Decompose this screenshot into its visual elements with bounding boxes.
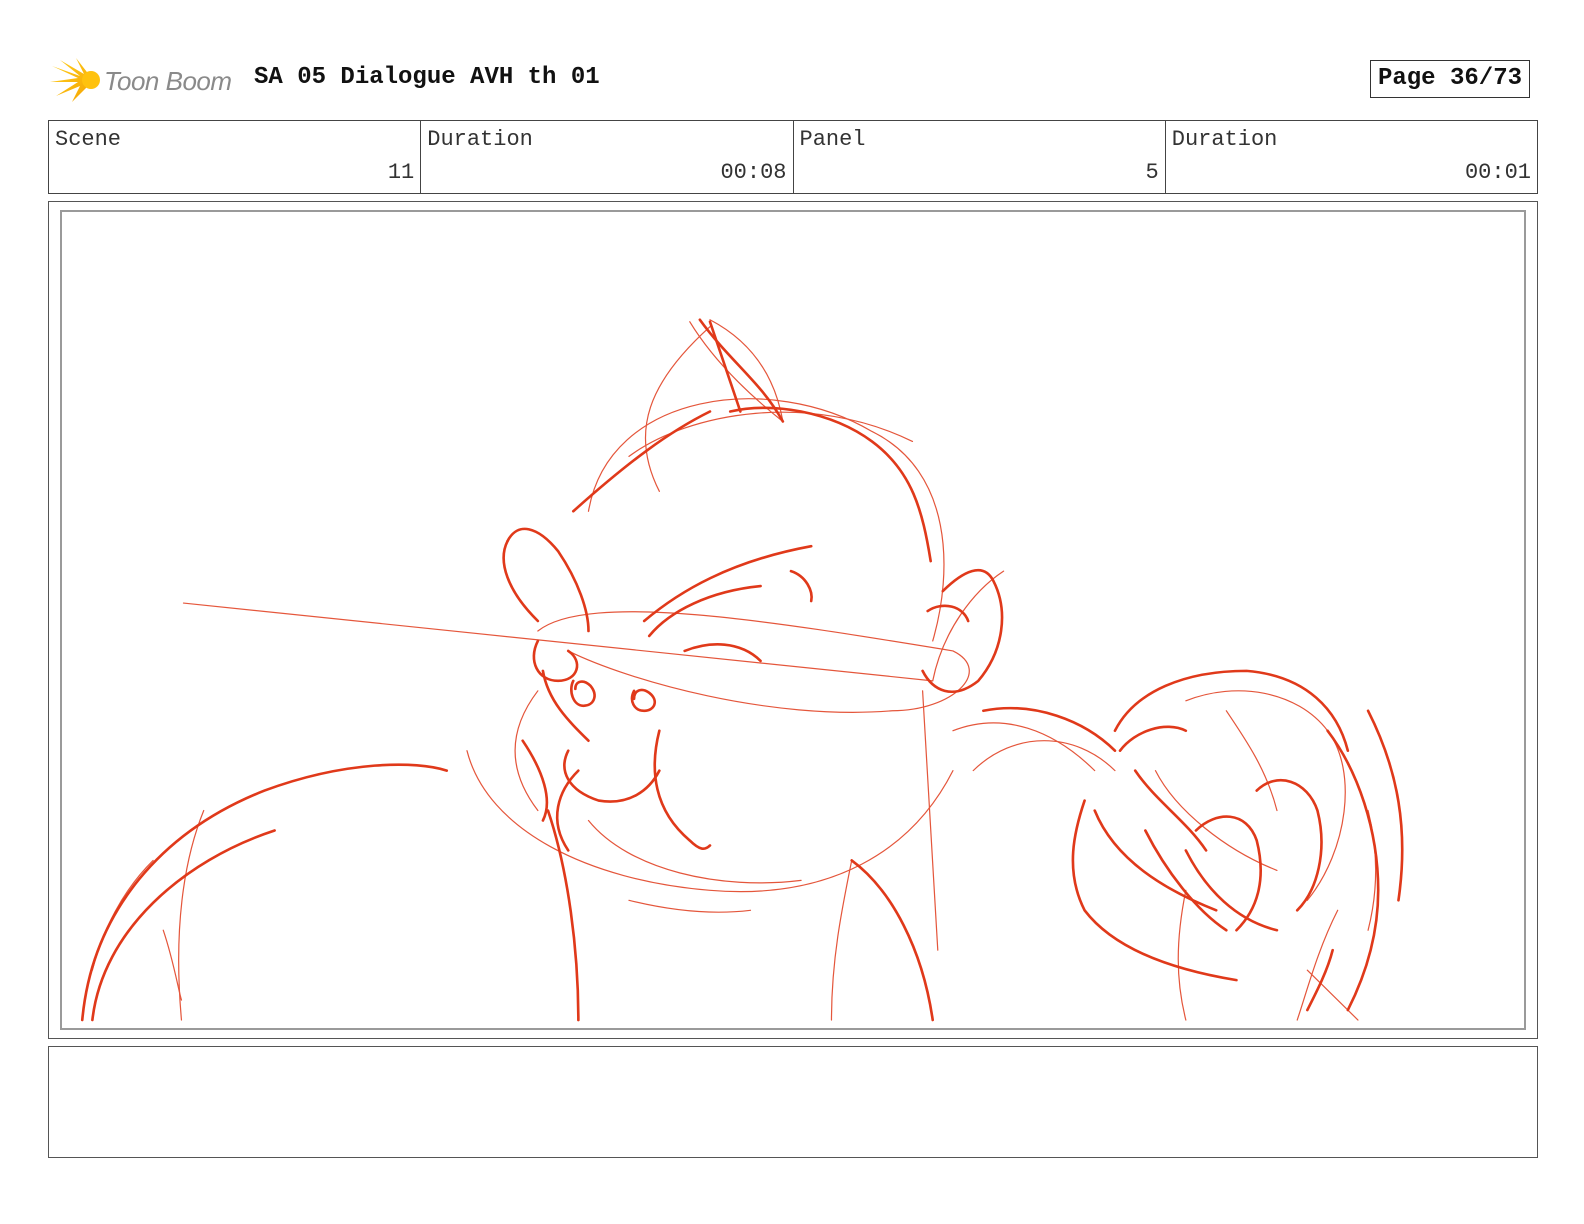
scene-value: 11 xyxy=(387,160,415,185)
panel-duration-label: Duration xyxy=(1171,127,1278,152)
document-title: SA 05 Dialogue AVH th 01 xyxy=(254,64,600,91)
page-header: Toon Boom SA 05 Dialogue AVH th 01 Page … xyxy=(50,56,1540,104)
panel-duration-cell: Duration 00:01 xyxy=(1166,121,1537,193)
starburst-icon xyxy=(50,58,100,102)
page-indicator: Page 36/73 xyxy=(1369,60,1530,98)
panel-value: 5 xyxy=(1145,160,1159,185)
scene-cell: Scene 11 xyxy=(49,121,422,193)
toon-boom-logo: Toon Boom xyxy=(50,56,240,104)
character-sketch xyxy=(80,318,1404,1022)
storyboard-panel xyxy=(48,201,1538,1039)
dialogue-notes-box xyxy=(48,1046,1538,1158)
panel-drawing-area xyxy=(60,210,1526,1030)
panel-label: Panel xyxy=(799,127,866,152)
scene-info-table: Scene 11 Duration 00:08 Panel 5 Duration… xyxy=(48,120,1538,194)
panel-duration-value: 00:01 xyxy=(1464,160,1531,185)
logo-text: Toon Boom xyxy=(104,66,232,96)
scene-duration-label: Duration xyxy=(427,127,533,152)
panel-cell: Panel 5 xyxy=(794,121,1166,193)
scene-duration-cell: Duration 00:08 xyxy=(421,121,794,193)
scene-duration-value: 00:08 xyxy=(720,160,787,185)
scene-label: Scene xyxy=(55,127,122,152)
